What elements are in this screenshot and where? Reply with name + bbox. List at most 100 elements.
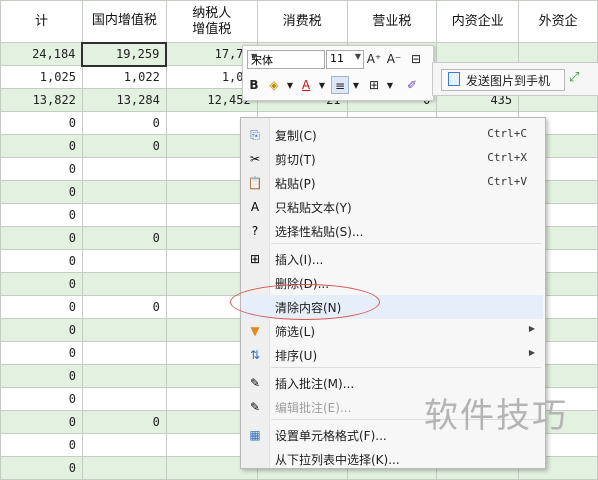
table-cell[interactable] [81, 318, 167, 342]
table-cell[interactable]: 0 [0, 134, 83, 158]
decrease-font-button[interactable]: A⁻ [385, 50, 403, 68]
menu-item-label: 剪切(T) [275, 153, 316, 167]
submenu-arrow-icon: ▶ [528, 348, 535, 357]
table-cell[interactable]: 0 [0, 249, 83, 273]
table-cell[interactable]: 0 [0, 410, 83, 434]
table-cell[interactable]: 0 [81, 226, 167, 250]
copy-icon: ⎘ [250, 128, 260, 142]
column-header[interactable]: 外资企 [518, 0, 598, 43]
table-cell[interactable]: 1,025 [0, 65, 83, 89]
header-row: 计国内增值税 纳税人 增值税 消费税 营业税 内资企业 外资企 [0, 0, 598, 43]
menu-item-shortcut: Ctrl+X [487, 151, 527, 164]
font-size-value: 11 [330, 52, 344, 65]
table-cell[interactable]: 0 [81, 295, 167, 319]
table-cell[interactable] [81, 387, 167, 411]
expand-icon[interactable]: ⤢ [569, 70, 579, 85]
chevron-down-icon[interactable]: ▼ [313, 77, 331, 95]
table-cell[interactable] [81, 249, 167, 273]
menu-item-label: 插入(I)... [275, 253, 324, 267]
menu-item-label: 清除内容(N) [275, 301, 342, 315]
table-cell[interactable]: 0 [0, 364, 83, 388]
table-cell[interactable]: 0 [0, 272, 83, 296]
column-header[interactable]: 消费税 [256, 0, 348, 43]
chevron-down-icon: ▼ [251, 52, 258, 61]
table-cell[interactable] [81, 203, 167, 227]
chevron-down-icon: ▼ [354, 52, 361, 61]
menu-item-label: 排序(U) [275, 349, 318, 363]
insert-comment-icon: ✎ [249, 376, 261, 390]
table-cell[interactable]: 0 [0, 433, 83, 457]
format-cells-icon: ▦ [249, 428, 261, 442]
menu-item-label: 删除(D)... [275, 277, 330, 291]
table-cell[interactable] [81, 180, 167, 204]
table-cell[interactable]: 0 [0, 387, 83, 411]
menu-item[interactable]: ⎘ 复制(C) Ctrl+C [241, 123, 543, 147]
column-header[interactable]: 营业税 [346, 0, 438, 43]
menu-item[interactable]: ? 选择性粘贴(S)... [241, 219, 543, 243]
table-cell[interactable]: 1,022 [81, 65, 167, 89]
font-size-select[interactable]: 11 ▼ [326, 50, 364, 69]
table-cell[interactable]: 0 [81, 134, 167, 158]
table-cell[interactable]: 0 [0, 318, 83, 342]
menu-item[interactable]: 删除(D)... [241, 271, 543, 295]
menu-item-label: 设置单元格格式(F)... [275, 429, 387, 443]
menu-item-label: 选择性粘贴(S)... [275, 225, 364, 239]
table-cell[interactable]: 0 [0, 295, 83, 319]
menu-item-label: 从下拉列表中选择(K)... [275, 453, 400, 467]
table-cell[interactable]: 0 [0, 157, 83, 181]
table-cell[interactable]: 0 [0, 203, 83, 227]
menu-item-label: 筛选(L) [275, 325, 316, 339]
menu-item[interactable]: ⊞ 插入(I)... [241, 247, 543, 271]
filter-icon: ▼ [250, 324, 260, 338]
scissors-icon: ✂ [249, 152, 261, 166]
menu-item[interactable]: A 只粘贴文本(Y) [241, 195, 543, 219]
send-image-panel: 发送图片到手机 ⤢ [432, 62, 598, 96]
menu-item[interactable]: ▼ 筛选(L) ▶ [241, 319, 543, 343]
insert-icon: ⊞ [249, 252, 261, 266]
increase-font-button[interactable]: A⁺ [365, 50, 383, 68]
wrap-text-icon[interactable]: ⊟ [407, 50, 425, 68]
table-cell[interactable]: 0 [0, 111, 83, 135]
table-cell[interactable]: 0 [0, 180, 83, 204]
table-cell[interactable]: 0 [81, 410, 167, 434]
menu-item[interactable]: 清除内容(N) [241, 295, 543, 319]
chevron-down-icon[interactable]: ▼ [347, 77, 365, 95]
table-cell[interactable]: 24,184 [0, 42, 83, 66]
table-cell[interactable]: 19,259 [81, 41, 168, 67]
column-header[interactable]: 内资企业 [436, 0, 520, 43]
table-cell[interactable] [81, 433, 167, 457]
edit-comment-icon: ✎ [249, 400, 261, 414]
floating-format-toolbar: 宋体 ▼ 11 ▼ A⁺ A⁻ ⊟ B ◈ ▼ A ▼ ≡ ▼ ⊞ ▼ ✐ [242, 45, 434, 101]
menu-item-shortcut: Ctrl+C [487, 127, 527, 140]
table-cell[interactable]: 0 [0, 226, 83, 250]
menu-item[interactable]: ⇅ 排序(U) ▶ [241, 343, 543, 367]
chevron-down-icon[interactable]: ▼ [381, 77, 399, 95]
table-cell[interactable]: 13,284 [81, 88, 167, 112]
table-cell[interactable]: 0 [0, 456, 83, 480]
table-cell[interactable]: 0 [0, 341, 83, 365]
menu-item[interactable]: 从下拉列表中选择(K)... [241, 447, 543, 468]
submenu-arrow-icon: ▶ [528, 324, 535, 333]
format-painter-icon[interactable]: ✐ [403, 76, 421, 94]
table-cell[interactable]: 0 [81, 111, 167, 135]
send-image-label: 发送图片到手机 [466, 74, 551, 88]
menu-item-label: 复制(C) [275, 129, 317, 143]
table-cell[interactable] [81, 364, 167, 388]
bold-button[interactable]: B [245, 76, 263, 94]
menu-item-label: 只粘贴文本(Y) [275, 201, 352, 215]
menu-item[interactable]: ✂ 剪切(T) Ctrl+X [241, 147, 543, 171]
send-image-to-phone-button[interactable]: 发送图片到手机 [441, 69, 565, 91]
table-cell[interactable] [81, 272, 167, 296]
paste-icon: 📋 [247, 176, 263, 190]
table-cell[interactable]: 13,822 [0, 88, 83, 112]
table-cell[interactable] [81, 157, 167, 181]
menu-item-shortcut: Ctrl+V [487, 175, 527, 188]
menu-item[interactable]: 📋 粘贴(P) Ctrl+V [241, 171, 543, 195]
column-header[interactable]: 国内增值税 [81, 0, 167, 43]
table-cell[interactable] [81, 341, 167, 365]
table-cell[interactable] [81, 456, 167, 480]
column-header[interactable]: 纳税人 增值税 [165, 0, 258, 43]
menu-separator [271, 367, 541, 368]
font-name-select[interactable]: 宋体 ▼ [247, 50, 325, 69]
column-header[interactable]: 计 [0, 0, 83, 43]
